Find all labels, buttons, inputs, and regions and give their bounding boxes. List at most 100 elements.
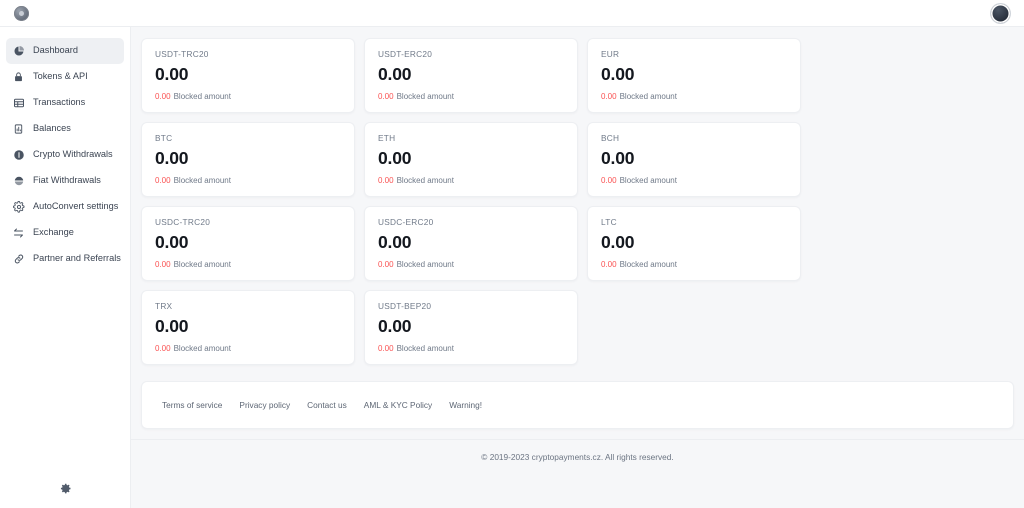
main-content: USDT-TRC20 0.00 0.00 Blocked amount USDT-… — [131, 27, 1024, 508]
blocked-amount-value: 0.00 — [378, 91, 394, 101]
balance-card-currency: TRX — [155, 301, 173, 311]
coin-icon — [12, 149, 25, 162]
balance-card[interactable]: USDT-TRC20 0.00 0.00 Blocked amount — [141, 38, 355, 113]
sidebar-item-label: Exchange — [33, 227, 74, 238]
user-avatar[interactable] — [991, 3, 1010, 23]
footer-link-warning[interactable]: Warning! — [449, 400, 482, 410]
balance-card-amount: 0.00 — [155, 232, 189, 253]
blocked-amount-label: Blocked amount — [396, 91, 454, 101]
balance-card-currency: USDT-ERC20 — [378, 49, 433, 59]
balance-card[interactable]: LTC 0.00 0.00 Blocked amount — [587, 206, 801, 281]
balance-card-currency: USDT-TRC20 — [155, 49, 209, 59]
balance-card[interactable]: BTC 0.00 0.00 Blocked amount — [141, 122, 355, 197]
blocked-amount-value: 0.00 — [601, 259, 617, 269]
balance-card-amount: 0.00 — [155, 64, 189, 85]
blocked-amount-label: Blocked amount — [619, 175, 677, 185]
blocked-amount-label: Blocked amount — [396, 175, 454, 185]
balance-card[interactable]: ETH 0.00 0.00 Blocked amount — [364, 122, 578, 197]
sidebar-item-crypto-withdrawals[interactable]: Crypto Withdrawals — [6, 142, 124, 168]
swap-arrows-icon — [12, 227, 25, 240]
sidebar-item-label: Dashboard — [33, 45, 78, 56]
sidebar-item-autoconvert-settings[interactable]: AutoConvert settings — [6, 194, 124, 220]
blocked-amount-label: Blocked amount — [173, 259, 231, 269]
blocked-amount-label: Blocked amount — [619, 91, 677, 101]
table-icon — [12, 97, 25, 110]
footer-link-aml-kyc-policy[interactable]: AML & KYC Policy — [364, 400, 432, 410]
blocked-amount-value: 0.00 — [378, 175, 394, 185]
balance-card-blocked: 0.00 Blocked amount — [378, 175, 564, 185]
balance-card-amount: 0.00 — [378, 316, 412, 337]
balance-card[interactable]: BCH 0.00 0.00 Blocked amount — [587, 122, 801, 197]
copyright-text: © 2019-2023 cryptopayments.cz. All right… — [481, 451, 674, 462]
pie-chart-icon — [12, 45, 25, 58]
sidebar-item-label: Tokens & API — [33, 71, 88, 82]
balance-card-amount: 0.00 — [378, 64, 412, 85]
balance-card-currency: USDC-ERC20 — [378, 217, 434, 227]
balance-card[interactable]: USDT-BEP20 0.00 0.00 Blocked amount — [364, 290, 578, 365]
blocked-amount-value: 0.00 — [155, 175, 171, 185]
banknote-icon — [12, 175, 25, 188]
blocked-amount-value: 0.00 — [155, 343, 171, 353]
sidebar-item-dashboard[interactable]: Dashboard — [6, 38, 124, 64]
footer-link-contact-us[interactable]: Contact us — [307, 400, 347, 410]
sidebar-item-label: Fiat Withdrawals — [33, 175, 101, 186]
blocked-amount-label: Blocked amount — [173, 91, 231, 101]
balance-card[interactable]: TRX 0.00 0.00 Blocked amount — [141, 290, 355, 365]
balance-card-amount: 0.00 — [601, 232, 635, 253]
app-shell: Dashboard Tokens & API Transactions Bala… — [0, 27, 1024, 508]
balance-card-blocked: 0.00 Blocked amount — [155, 343, 341, 353]
bar-chart-icon — [12, 123, 25, 136]
sidebar-item-transactions[interactable]: Transactions — [6, 90, 124, 116]
balance-card-currency: LTC — [601, 217, 617, 227]
balance-card-amount: 0.00 — [378, 148, 412, 169]
balance-card-currency: USDT-BEP20 — [378, 301, 432, 311]
balances-section: USDT-TRC20 0.00 0.00 Blocked amount USDT-… — [131, 27, 1024, 365]
sidebar-item-label: Crypto Withdrawals — [33, 149, 113, 160]
sidebar-item-exchange[interactable]: Exchange — [6, 220, 124, 246]
balance-card-blocked: 0.00 Blocked amount — [378, 91, 564, 101]
brand-logo-icon[interactable] — [14, 5, 29, 21]
sidebar-item-fiat-withdrawals[interactable]: Fiat Withdrawals — [6, 168, 124, 194]
balance-card-currency: ETH — [378, 133, 396, 143]
balance-card-blocked: 0.00 Blocked amount — [155, 175, 341, 185]
blocked-amount-value: 0.00 — [155, 91, 171, 101]
gear-icon — [12, 201, 25, 214]
sidebar-item-tokens-api[interactable]: Tokens & API — [6, 64, 124, 90]
blocked-amount-label: Blocked amount — [173, 343, 231, 353]
sidebar: Dashboard Tokens & API Transactions Bala… — [0, 27, 131, 508]
blocked-amount-value: 0.00 — [155, 259, 171, 269]
balance-cards-grid: USDT-TRC20 0.00 0.00 Blocked amount USDT-… — [141, 38, 1014, 365]
sidebar-item-partner-and-referrals[interactable]: Partner and Referrals — [6, 246, 124, 272]
sidebar-item-label: Transactions — [33, 97, 86, 108]
balance-card-amount: 0.00 — [378, 232, 412, 253]
balance-card-amount: 0.00 — [155, 316, 189, 337]
balance-card[interactable]: USDT-ERC20 0.00 0.00 Blocked amount — [364, 38, 578, 113]
balance-card-blocked: 0.00 Blocked amount — [378, 259, 564, 269]
blocked-amount-value: 0.00 — [601, 175, 617, 185]
link-chain-icon — [12, 253, 25, 266]
balance-card[interactable]: USDC-ERC20 0.00 0.00 Blocked amount — [364, 206, 578, 281]
copyright-bar: © 2019-2023 cryptopayments.cz. All right… — [131, 439, 1024, 473]
blocked-amount-label: Blocked amount — [173, 175, 231, 185]
blocked-amount-label: Blocked amount — [396, 259, 454, 269]
balance-card-currency: USDC-TRC20 — [155, 217, 211, 227]
footer-link-privacy-policy[interactable]: Privacy policy — [239, 400, 290, 410]
sidebar-item-label: Balances — [33, 123, 71, 134]
sidebar-nav: Dashboard Tokens & API Transactions Bala… — [0, 27, 130, 272]
balance-card-blocked: 0.00 Blocked amount — [601, 259, 787, 269]
footer-link-terms-of-service[interactable]: Terms of service — [162, 400, 222, 410]
balance-card-blocked: 0.00 Blocked amount — [601, 91, 787, 101]
balance-card-currency: EUR — [601, 49, 620, 59]
balance-card[interactable]: USDC-TRC20 0.00 0.00 Blocked amount — [141, 206, 355, 281]
sidebar-footer — [0, 478, 131, 498]
settings-gear-icon[interactable] — [56, 478, 76, 498]
lock-icon — [12, 71, 25, 84]
balance-card-currency: BCH — [601, 133, 620, 143]
balance-card[interactable]: EUR 0.00 0.00 Blocked amount — [587, 38, 801, 113]
balance-card-blocked: 0.00 Blocked amount — [378, 343, 564, 353]
balance-card-blocked: 0.00 Blocked amount — [155, 91, 341, 101]
balance-card-blocked: 0.00 Blocked amount — [155, 259, 341, 269]
sidebar-item-balances[interactable]: Balances — [6, 116, 124, 142]
blocked-amount-value: 0.00 — [378, 343, 394, 353]
blocked-amount-label: Blocked amount — [619, 259, 677, 269]
